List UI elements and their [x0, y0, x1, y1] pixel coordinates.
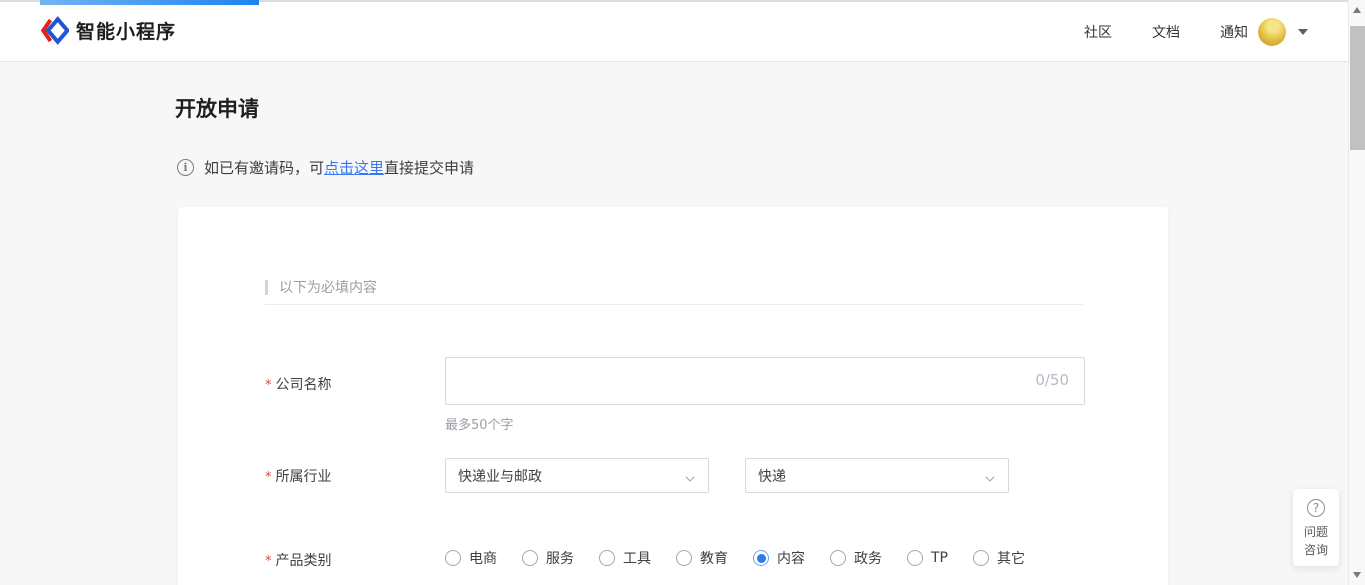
radio-icon [753, 550, 769, 566]
industry-secondary-select[interactable]: 快递 [745, 458, 1009, 493]
vertical-scrollbar[interactable] [1348, 0, 1365, 585]
radio-option-ecommerce[interactable]: 电商 [445, 548, 497, 568]
nav-item-community[interactable]: 社区 [1084, 22, 1112, 42]
radio-option-service[interactable]: 服务 [522, 548, 574, 568]
chevron-down-icon [986, 473, 996, 479]
help-label-line2: 咨询 [1304, 541, 1328, 559]
scrollbar-thumb[interactable] [1350, 26, 1365, 150]
info-icon: i [177, 159, 194, 176]
required-asterisk: * [265, 554, 272, 569]
company-name-helper: 最多50个字 [445, 414, 514, 433]
invite-code-notice: i 如已有邀请码，可点击这里直接提交申请 [177, 157, 474, 178]
radio-option-tool[interactable]: 工具 [599, 548, 651, 568]
industry-primary-value: 快递业与邮政 [458, 466, 542, 486]
radio-icon [907, 550, 923, 566]
radio-icon [522, 550, 538, 566]
radio-icon [599, 550, 615, 566]
click-here-link[interactable]: 点击这里 [324, 157, 384, 178]
logo-text: 智能小程序 [76, 17, 176, 44]
user-menu[interactable] [1258, 2, 1308, 62]
page-title: 开放申请 [175, 93, 259, 123]
radio-icon [830, 550, 846, 566]
industry-secondary-value: 快递 [758, 466, 786, 486]
section-divider [265, 304, 1083, 305]
industry-label: *所属行业 [265, 466, 332, 486]
product-category-radio-group: 电商 服务 工具 教育 内容 政务 TP 其它 [445, 548, 1025, 568]
company-name-input[interactable] [445, 357, 1085, 405]
logo-diamond-icon [40, 16, 69, 45]
section-title: 以下为必填内容 [279, 277, 377, 297]
help-label-line1: 问题 [1304, 523, 1328, 541]
notice-prefix: 如已有邀请码，可 [204, 157, 324, 178]
application-form-card: 以下为必填内容 *公司名称 0/50 最多50个字 *所属行业 快递业与邮政 快… [178, 207, 1168, 585]
section-header: 以下为必填内容 [265, 277, 377, 297]
product-category-label: *产品类别 [265, 550, 332, 570]
required-asterisk: * [265, 378, 272, 393]
required-asterisk: * [265, 470, 272, 485]
nav-item-docs[interactable]: 文档 [1152, 22, 1180, 42]
company-name-field: 0/50 [445, 357, 1085, 405]
radio-option-tp[interactable]: TP [907, 550, 948, 566]
nav-item-notifications[interactable]: 通知 [1220, 22, 1248, 42]
section-accent-bar [265, 280, 268, 295]
industry-primary-select[interactable]: 快递业与邮政 [445, 458, 709, 493]
radio-icon [445, 550, 461, 566]
radio-option-other[interactable]: 其它 [973, 548, 1025, 568]
app-root: 智能小程序 社区 文档 通知 开放申请 i 如已有邀请码，可点击这里直接提交申请… [0, 0, 1365, 585]
help-consult-button[interactable]: ? 问题 咨询 [1293, 489, 1339, 566]
chevron-down-icon[interactable] [1298, 29, 1308, 35]
company-name-label: *公司名称 [265, 374, 332, 394]
scroll-down-arrow-icon[interactable] [1353, 572, 1361, 578]
app-logo[interactable]: 智能小程序 [40, 16, 176, 45]
scroll-up-arrow-icon[interactable] [1353, 7, 1361, 13]
radio-option-education[interactable]: 教育 [676, 548, 728, 568]
radio-icon [973, 550, 989, 566]
radio-icon [676, 550, 692, 566]
question-icon: ? [1307, 499, 1325, 517]
avatar[interactable] [1258, 18, 1286, 46]
top-header: 智能小程序 社区 文档 通知 [0, 2, 1348, 62]
radio-option-government[interactable]: 政务 [830, 548, 882, 568]
header-nav: 社区 文档 通知 [1084, 2, 1248, 62]
chevron-down-icon [686, 473, 696, 479]
radio-option-content[interactable]: 内容 [753, 548, 805, 568]
notice-suffix: 直接提交申请 [384, 157, 474, 178]
loading-progress-bar [40, 0, 259, 5]
